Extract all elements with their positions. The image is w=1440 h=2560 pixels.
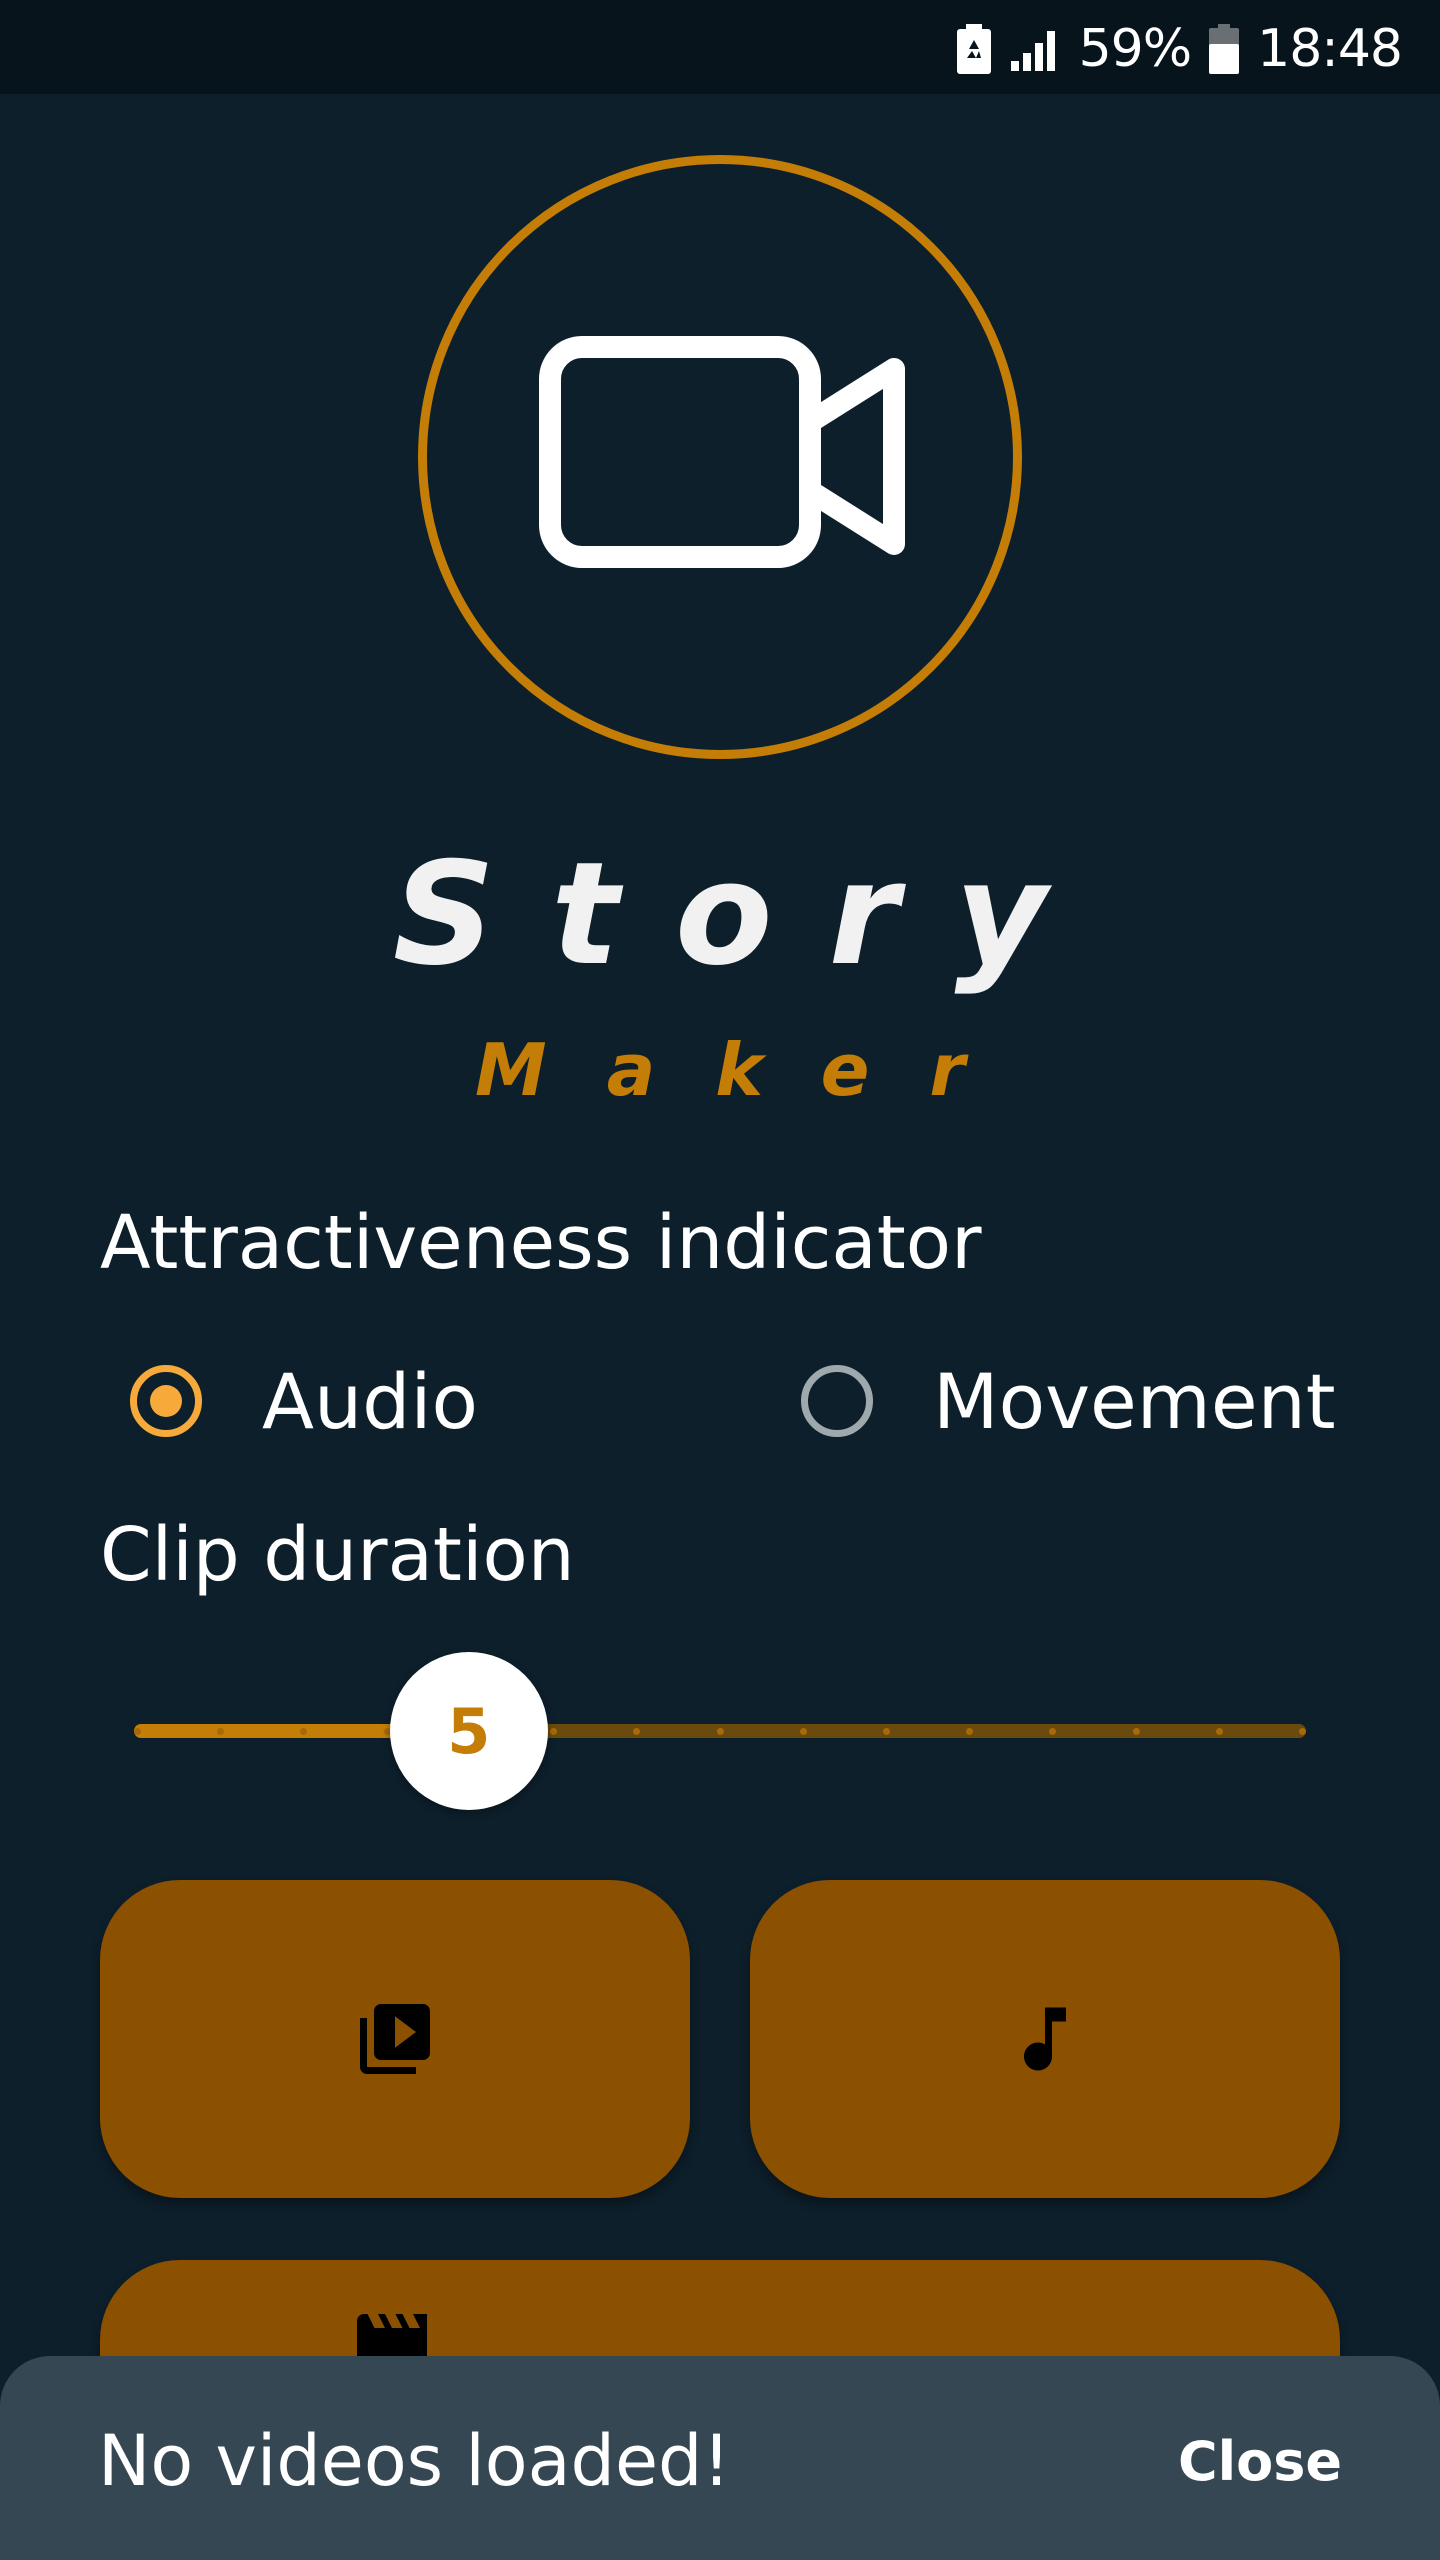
slider-tick <box>550 1728 558 1735</box>
music-note-icon <box>1024 2007 1066 2071</box>
battery-percent: 59% <box>1078 19 1193 79</box>
radio-audio[interactable]: Audio <box>130 1346 478 1456</box>
snackbar: No videos loaded! Close <box>0 2356 1440 2560</box>
radio-audio-indicator[interactable] <box>130 1365 202 1437</box>
clip-duration-label: Clip duration <box>100 1512 575 1598</box>
snackbar-close-button[interactable]: Close <box>1178 2422 1342 2502</box>
battery-saver-icon <box>956 24 991 74</box>
status-icons: 59% 18:48 <box>956 18 1403 80</box>
app-logo <box>418 155 1022 759</box>
clip-duration-slider[interactable]: 5 <box>134 1650 1306 1810</box>
signal-icon <box>1010 31 1055 71</box>
radio-movement[interactable]: Movement <box>801 1346 1336 1456</box>
radio-movement-label: Movement <box>933 1356 1336 1446</box>
slider-tick <box>1215 1728 1223 1735</box>
battery-icon <box>1209 24 1240 74</box>
status-bar: 59% 18:48 <box>0 0 1440 94</box>
slider-thumb[interactable]: 5 <box>389 1652 548 1810</box>
snackbar-message: No videos loaded! <box>98 2420 731 2502</box>
slider-tick <box>134 1728 141 1735</box>
radio-movement-indicator[interactable] <box>801 1365 873 1437</box>
slider-tick <box>716 1728 724 1735</box>
video-library-icon <box>360 2004 430 2074</box>
video-camera-icon <box>539 336 905 568</box>
slider-tick <box>1132 1728 1140 1735</box>
radio-audio-label: Audio <box>262 1356 479 1446</box>
status-time: 18:48 <box>1257 19 1403 79</box>
slider-tick <box>882 1728 890 1735</box>
app-subtitle: Maker <box>475 1028 1025 1112</box>
attractiveness-label: Attractiveness indicator <box>100 1200 982 1286</box>
select-videos-button[interactable] <box>100 1880 690 2198</box>
slider-tick <box>799 1728 807 1735</box>
select-music-button[interactable] <box>750 1880 1340 2198</box>
app-title: Story <box>392 832 1104 997</box>
app-screen: 59% 18:48 Story Maker Attractiveness ind… <box>0 0 1440 2560</box>
slider-tick <box>1299 1728 1306 1735</box>
